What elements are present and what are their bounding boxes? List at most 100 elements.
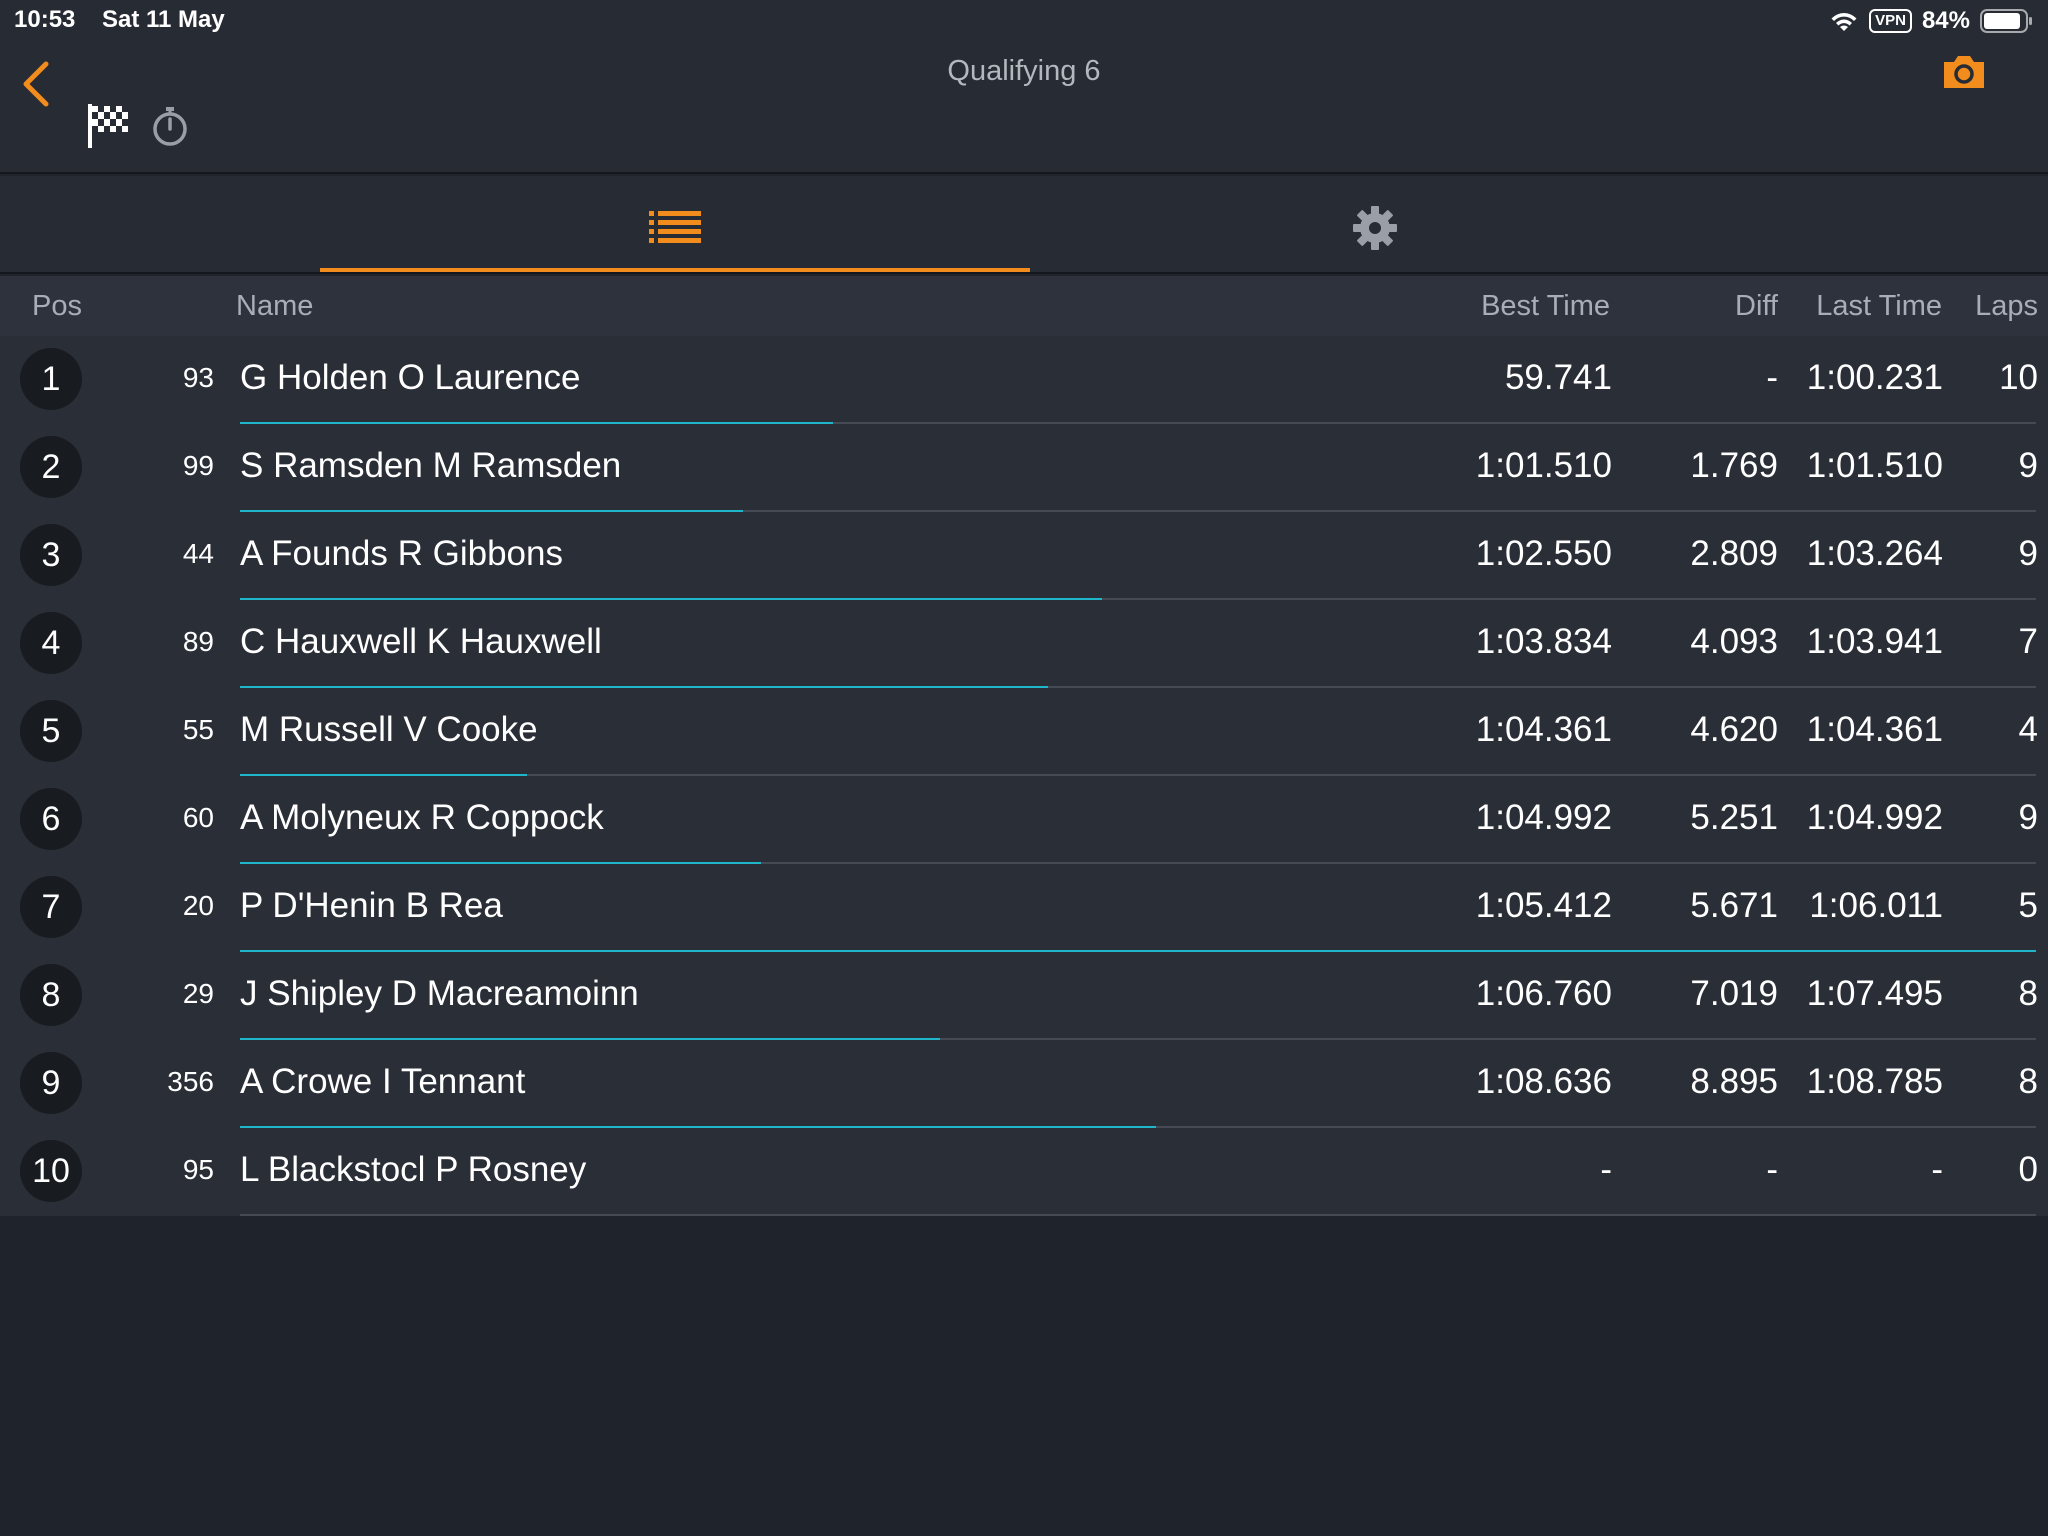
last-time: 1:08.785 bbox=[1806, 1062, 1943, 1101]
position-badge: 7 bbox=[20, 876, 82, 938]
last-time: 1:07.495 bbox=[1806, 974, 1943, 1013]
driver-name: P D'Henin B Rea bbox=[240, 886, 503, 925]
status-date: Sat 11 May bbox=[102, 6, 225, 33]
position-badge: 10 bbox=[20, 1140, 82, 1202]
column-header-diff[interactable]: Diff bbox=[1735, 290, 1778, 323]
diff: 2.809 bbox=[1690, 534, 1778, 573]
table-row[interactable]: 1 93 G Holden O Laurence 59.741 - 1:00.2… bbox=[0, 336, 2048, 424]
checkered-flag-icon[interactable] bbox=[86, 102, 132, 150]
diff: 7.019 bbox=[1690, 974, 1778, 1013]
table-header: Pos Name Best Time Diff Last Time Laps bbox=[0, 276, 2048, 336]
position-badge: 2 bbox=[20, 436, 82, 498]
table-row[interactable]: 9 356 A Crowe I Tennant 1:08.636 8.895 1… bbox=[0, 1040, 2048, 1128]
car-number: 29 bbox=[182, 978, 214, 1009]
position-badge: 1 bbox=[20, 348, 82, 410]
driver-name: A Molyneux R Coppock bbox=[240, 798, 604, 837]
last-time: 1:06.011 bbox=[1809, 886, 1943, 925]
table-row[interactable]: 4 89 C Hauxwell K Hauxwell 1:03.834 4.09… bbox=[0, 600, 2048, 688]
table-row[interactable]: 10 95 L Blackstocl P Rosney - - - 0 bbox=[0, 1128, 2048, 1216]
laps: 9 bbox=[2018, 798, 2038, 837]
page-title: Qualifying 6 bbox=[947, 55, 1101, 87]
car-number: 99 bbox=[182, 450, 214, 481]
wifi-icon bbox=[1831, 13, 1857, 31]
diff: 4.093 bbox=[1690, 622, 1778, 661]
table-row[interactable]: 3 44 A Founds R Gibbons 1:02.550 2.809 1… bbox=[0, 512, 2048, 600]
best-time: 1:01.510 bbox=[1475, 446, 1612, 485]
header-bar: 10:53 Sat 11 May VPN 84% Qualifying 6 bbox=[0, 0, 2048, 174]
camera-icon[interactable] bbox=[1940, 52, 1988, 92]
diff: 4.620 bbox=[1690, 710, 1778, 749]
last-time: - bbox=[1931, 1150, 1943, 1189]
position-badge: 8 bbox=[20, 964, 82, 1026]
car-number: 93 bbox=[182, 362, 214, 393]
status-indicators: VPN 84% bbox=[1829, 4, 2034, 38]
diff: 5.251 bbox=[1690, 798, 1778, 837]
column-header-laps[interactable]: Laps bbox=[1975, 290, 2038, 323]
driver-name: J Shipley D Macreamoinn bbox=[240, 974, 639, 1013]
last-time: 1:03.264 bbox=[1806, 534, 1943, 573]
gear-icon bbox=[1353, 206, 1397, 250]
battery-percentage: 84% bbox=[1921, 7, 1970, 34]
position-badge: 9 bbox=[20, 1052, 82, 1114]
best-time: 1:04.361 bbox=[1475, 710, 1612, 749]
position-badge: 6 bbox=[20, 788, 82, 850]
best-time: 1:03.834 bbox=[1475, 622, 1612, 661]
diff: 8.895 bbox=[1690, 1062, 1778, 1101]
driver-name: C Hauxwell K Hauxwell bbox=[240, 622, 602, 661]
car-number: 60 bbox=[182, 802, 214, 833]
diff: 5.671 bbox=[1690, 886, 1778, 925]
tab-bar bbox=[0, 176, 2048, 274]
column-header-last-time[interactable]: Last Time bbox=[1816, 290, 1942, 323]
last-time: 1:03.941 bbox=[1806, 622, 1943, 661]
driver-name: L Blackstocl P Rosney bbox=[240, 1150, 587, 1189]
leaderboard-table: 1 93 G Holden O Laurence 59.741 - 1:00.2… bbox=[0, 336, 2048, 1216]
table-row[interactable]: 7 20 P D'Henin B Rea 1:05.412 5.671 1:06… bbox=[0, 864, 2048, 952]
last-time: 1:04.992 bbox=[1806, 798, 1943, 837]
best-time: 1:06.760 bbox=[1475, 974, 1612, 1013]
position-badge: 4 bbox=[20, 612, 82, 674]
driver-name: M Russell V Cooke bbox=[240, 710, 538, 749]
column-header-pos[interactable]: Pos bbox=[32, 290, 82, 323]
laps: 7 bbox=[2018, 622, 2038, 661]
driver-name: S Ramsden M Ramsden bbox=[240, 446, 622, 485]
tab-leaderboard[interactable] bbox=[320, 176, 1030, 272]
tab-settings[interactable] bbox=[1030, 176, 1720, 272]
list-icon bbox=[649, 211, 701, 243]
best-time: 1:04.992 bbox=[1475, 798, 1612, 837]
car-number: 89 bbox=[182, 626, 214, 657]
vpn-badge: VPN bbox=[1869, 9, 1912, 33]
best-time: 59.741 bbox=[1504, 358, 1612, 397]
column-header-name[interactable]: Name bbox=[236, 290, 313, 323]
laps: 5 bbox=[2018, 886, 2038, 925]
table-row[interactable]: 5 55 M Russell V Cooke 1:04.361 4.620 1:… bbox=[0, 688, 2048, 776]
position-badge: 5 bbox=[20, 700, 82, 762]
car-number: 356 bbox=[167, 1066, 214, 1097]
car-number: 95 bbox=[182, 1154, 214, 1185]
laps: 8 bbox=[2018, 1062, 2038, 1101]
best-time: 1:02.550 bbox=[1475, 534, 1612, 573]
car-number: 44 bbox=[182, 538, 214, 569]
best-time: 1:08.636 bbox=[1475, 1062, 1612, 1101]
battery-icon bbox=[1980, 9, 2032, 33]
last-time: 1:04.361 bbox=[1806, 710, 1943, 749]
laps: 0 bbox=[2018, 1150, 2038, 1189]
car-number: 55 bbox=[182, 714, 214, 745]
column-header-best-time[interactable]: Best Time bbox=[1481, 290, 1610, 323]
laps: 4 bbox=[2018, 710, 2038, 749]
laps: 10 bbox=[1999, 358, 2038, 397]
laps: 8 bbox=[2018, 974, 2038, 1013]
diff: - bbox=[1766, 358, 1778, 397]
table-row[interactable]: 8 29 J Shipley D Macreamoinn 1:06.760 7.… bbox=[0, 952, 2048, 1040]
table-row[interactable]: 6 60 A Molyneux R Coppock 1:04.992 5.251… bbox=[0, 776, 2048, 864]
driver-name: A Crowe I Tennant bbox=[240, 1062, 526, 1101]
diff: - bbox=[1766, 1150, 1778, 1189]
car-number: 20 bbox=[182, 890, 214, 921]
driver-name: G Holden O Laurence bbox=[240, 358, 581, 397]
table-row[interactable]: 2 99 S Ramsden M Ramsden 1:01.510 1.769 … bbox=[0, 424, 2048, 512]
position-badge: 3 bbox=[20, 524, 82, 586]
laps: 9 bbox=[2018, 446, 2038, 485]
driver-name: A Founds R Gibbons bbox=[240, 534, 563, 573]
stopwatch-icon[interactable] bbox=[148, 104, 192, 148]
status-time: 10:53 bbox=[14, 6, 76, 33]
best-time: 1:05.412 bbox=[1475, 886, 1612, 925]
